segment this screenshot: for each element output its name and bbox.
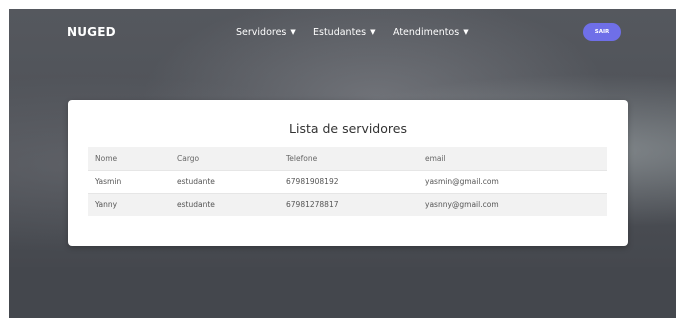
nav-menu-label: Servidores [236,27,287,38]
footer-band [9,267,676,318]
cell-email: yasmin@gmail.com [425,177,499,186]
table-row: Yasmin estudante 67981908192 yasmin@gmai… [88,170,607,193]
brand-logo[interactable]: NUGED [67,25,116,39]
cell-cargo: estudante [177,200,215,210]
column-header-nome: Nome [95,153,118,163]
nav-menu-servidores[interactable]: Servidores ▼ [236,27,296,38]
nav-menu-label: Estudantes [313,27,367,38]
caret-down-icon: ▼ [370,28,376,36]
nav-menu-atendimentos[interactable]: Atendimentos ▼ [393,27,469,38]
cell-nome: Yasmin [95,177,122,186]
cell-telefone: 67981908192 [286,177,339,186]
column-header-cargo: Cargo [177,153,200,163]
cell-telefone: 67981278817 [286,200,339,210]
logout-button[interactable]: SAIR [583,23,621,41]
navbar: NUGED Servidores ▼ Estudantes ▼ Atendime… [9,9,676,53]
caret-down-icon: ▼ [290,28,296,36]
servers-table: Nome Cargo Telefone email Yasmin estudan… [88,147,607,216]
caret-down-icon: ▼ [463,28,469,36]
servers-card: Lista de servidores Nome Cargo Telefone … [68,100,628,246]
table-header-row: Nome Cargo Telefone email [88,147,607,170]
nav-menu-estudantes[interactable]: Estudantes ▼ [313,27,375,38]
table-row: Yanny estudante 67981278817 yasnny@gmail… [88,193,607,216]
cell-email: yasnny@gmail.com [425,200,499,210]
card-title: Lista de servidores [289,121,407,136]
nav-menu-label: Atendimentos [393,27,460,38]
cell-nome: Yanny [95,200,118,210]
column-header-email: email [425,153,446,163]
column-header-telefone: Telefone [286,153,318,163]
cell-cargo: estudante [177,177,215,186]
